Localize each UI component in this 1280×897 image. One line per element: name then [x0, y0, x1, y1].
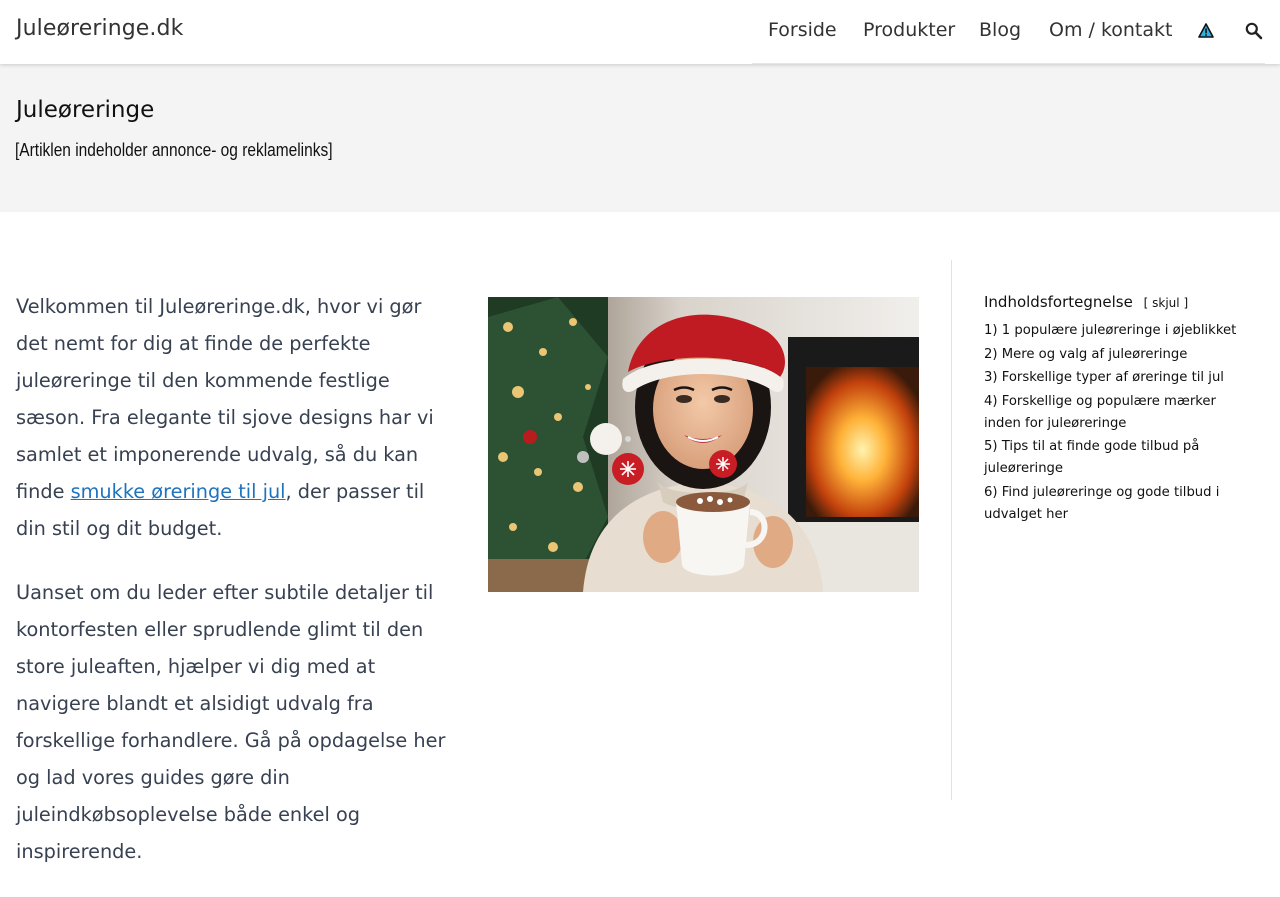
- toc-item-label: Forskellige og populære mærker inden for…: [984, 393, 1216, 431]
- toc-toggle-button[interactable]: [ skjul ]: [1144, 296, 1189, 310]
- toc-item-label: 1 populære juleøreringe i øjeblikket: [1001, 323, 1237, 338]
- toc-item-label: Find juleøreringe og gode tilbud i udval…: [984, 484, 1220, 522]
- article-image: [488, 297, 919, 592]
- site-header: Juleøreringe.dk Forside Produkter Blog O…: [0, 0, 1280, 64]
- toc-item-label: Tips til at finde gode tilbud på juleøre…: [984, 439, 1200, 476]
- table-of-contents: Indholdsfortegnelse [ skjul ] 1) 1 popul…: [984, 290, 1254, 527]
- toc-toggle-label: skjul: [1152, 296, 1180, 310]
- toc-item-label: Mere og valg af juleøreringe: [1001, 346, 1188, 362]
- toc-link-5[interactable]: 5) Tips til at finde gode tilbud på jule…: [984, 439, 1199, 476]
- toc-link-3[interactable]: 3) Forskellige typer af øreringe til jul: [984, 370, 1224, 385]
- nav-item-om-kontakt[interactable]: Om / kontakt: [1049, 19, 1172, 41]
- toc-item: 6) Find juleøreringe og gode tilbud i ud…: [984, 482, 1254, 526]
- nav-item-produkter[interactable]: Produkter: [863, 19, 955, 41]
- search-icon[interactable]: [1244, 21, 1264, 41]
- nav-item-forside[interactable]: Forside: [768, 19, 837, 41]
- toc-item-number: 6): [984, 484, 998, 500]
- toc-item: 4) Forskellige og populære mærker inden …: [984, 391, 1254, 435]
- intro-paragraph: Velkommen til Juleøreringe.dk, hvor vi g…: [16, 288, 456, 547]
- toc-item-label: Forskellige typer af øreringe til jul: [1001, 370, 1224, 385]
- toc-item: 1) 1 populære juleøreringe i øjeblikket: [984, 320, 1254, 342]
- main-nav: Forside Produkter Blog Om / kontakt: [752, 0, 1265, 64]
- site-logo-link[interactable]: Juleøreringe.dk: [16, 16, 183, 41]
- toc-item-number: 2): [984, 346, 998, 362]
- toc-link-1[interactable]: 1) 1 populære juleøreringe i øjeblikket: [984, 323, 1236, 338]
- page-hero: [0, 64, 1280, 212]
- second-paragraph: Uanset om du leder efter subtile detalje…: [16, 581, 446, 863]
- toc-toggle-bracket-open: [: [1143, 296, 1149, 310]
- intro-text: Velkommen til Juleøreringe.dk, hvor vi g…: [16, 295, 434, 503]
- toc-link-6[interactable]: 6) Find juleøreringe og gode tilbud i ud…: [984, 485, 1219, 522]
- toc-item-number: 4): [984, 393, 998, 409]
- toc-item: 3) Forskellige typer af øreringe til jul: [984, 367, 1254, 389]
- toc-item-number: 3): [984, 370, 998, 385]
- toc-item: 5) Tips til at finde gode tilbud på jule…: [984, 436, 1254, 480]
- article-body: Velkommen til Juleøreringe.dk, hvor vi g…: [16, 288, 456, 897]
- sidebar-divider: [951, 260, 952, 800]
- toc-item: 2) Mere og valg af juleøreringe: [984, 344, 1254, 366]
- ad-disclosure-note: [Artiklen indeholder annonce- og reklame…: [15, 140, 333, 160]
- page-title: Juleøreringe: [16, 97, 155, 123]
- toc-item-number: 5): [984, 439, 998, 454]
- toc-header: Indholdsfortegnelse [ skjul ]: [984, 290, 1254, 316]
- toc-item-number: 1): [984, 323, 998, 338]
- toc-toggle-bracket-close: ]: [1183, 296, 1189, 310]
- christmas-earrings-link[interactable]: smukke øreringe til jul: [71, 480, 286, 503]
- nav-item-blog[interactable]: Blog: [979, 19, 1021, 41]
- toc-link-4[interactable]: 4) Forskellige og populære mærker inden …: [984, 394, 1216, 431]
- warning-triangle-icon[interactable]: [1196, 21, 1216, 41]
- toc-link-2[interactable]: 2) Mere og valg af juleøreringe: [984, 347, 1187, 362]
- toc-title: Indholdsfortegnelse: [984, 293, 1133, 311]
- toc-list: 1) 1 populære juleøreringe i øjeblikket …: [984, 320, 1254, 526]
